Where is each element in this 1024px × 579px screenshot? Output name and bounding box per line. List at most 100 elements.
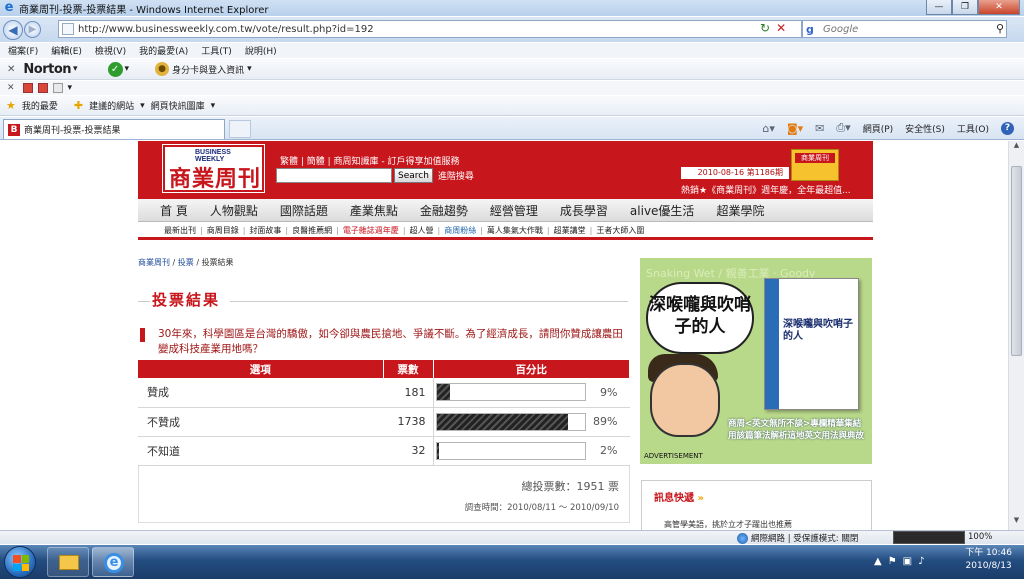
- taskbar-ie[interactable]: e: [92, 547, 134, 577]
- identity-safe-button[interactable]: ● 身分卡與登入資訊 ▾: [155, 62, 252, 76]
- addon-icon[interactable]: [22, 83, 33, 93]
- refresh-icon[interactable]: ↻: [760, 21, 770, 35]
- status-bar: 網際網路 | 受保護模式: 關閉 100%: [0, 530, 1024, 544]
- nav-home[interactable]: 首 頁: [138, 202, 199, 219]
- show-hidden-icons[interactable]: ▲: [874, 556, 882, 567]
- web-slice-gallery-link[interactable]: 網頁快訊圖庫: [151, 99, 205, 112]
- nav-growth[interactable]: 成長學習: [549, 202, 619, 219]
- subnav-camp[interactable]: 超人營: [408, 225, 436, 236]
- floating-toolbar[interactable]: [893, 531, 965, 544]
- vote-question: 30年來，科學園區是台灣的驕傲，如今卻與農民搶地、爭議不斷。為了經濟成長，請問你…: [138, 327, 630, 357]
- nav-international[interactable]: 國際話題: [269, 202, 339, 219]
- help-icon[interactable]: ?: [1001, 121, 1014, 135]
- chevron-down-icon[interactable]: ▾: [68, 83, 73, 93]
- magazine-cover-image[interactable]: 商業周刊: [791, 149, 839, 181]
- maximize-button[interactable]: ❐: [952, 0, 978, 15]
- favorites-button[interactable]: 我的最愛: [22, 99, 58, 112]
- vertical-scrollbar[interactable]: ▲ ▼: [1008, 141, 1024, 530]
- print-icon[interactable]: ⎙▾: [836, 121, 850, 135]
- stop-icon[interactable]: ✕: [776, 21, 786, 35]
- double-arrow-icon: »: [697, 493, 704, 504]
- home-icon[interactable]: ⌂▾: [762, 122, 775, 135]
- nav-management[interactable]: 經營管理: [479, 202, 549, 219]
- favorites-star-icon[interactable]: ★: [6, 99, 16, 112]
- taskbar-explorer[interactable]: [47, 547, 89, 577]
- addon-icon[interactable]: [37, 83, 48, 93]
- subnav-campaign[interactable]: 萬人集氣大作戰: [485, 225, 545, 236]
- suggested-sites-link[interactable]: 建議的網站: [89, 99, 134, 112]
- chevron-down-icon: ▾: [247, 64, 252, 74]
- security-zone[interactable]: 網際網路 | 受保護模式: 關閉: [737, 532, 858, 544]
- subnav-sales-lecture[interactable]: 超業講堂: [552, 225, 588, 236]
- new-tab-button[interactable]: [229, 120, 251, 138]
- page-menu[interactable]: 網頁(P): [863, 122, 893, 135]
- subnav-ebook-sale[interactable]: 電子雜誌週年慶: [341, 225, 401, 236]
- subnav-doctors[interactable]: 良醫推薦網: [290, 225, 334, 236]
- site-search-button[interactable]: Search: [394, 168, 433, 183]
- back-button[interactable]: ◀: [3, 19, 23, 40]
- scroll-up-icon[interactable]: ▲: [1009, 141, 1024, 155]
- search-box[interactable]: g ⚲: [802, 20, 1007, 38]
- norton-dropdown-icon[interactable]: ▾: [73, 64, 78, 74]
- menu-view[interactable]: 檢視(V): [95, 44, 126, 57]
- breadcrumb-current: 投票結果: [201, 258, 234, 267]
- option-label: 不贊成: [138, 407, 383, 437]
- menu-file[interactable]: 檔案(F): [8, 44, 38, 57]
- table-row: 贊成 181 9%: [138, 378, 630, 408]
- scroll-down-icon[interactable]: ▼: [1009, 516, 1024, 530]
- scrollbar-thumb[interactable]: [1011, 166, 1022, 356]
- menu-edit[interactable]: 編輯(E): [51, 44, 82, 57]
- zoom-level[interactable]: 100%: [968, 532, 992, 542]
- subnav-cover-story[interactable]: 封面故事: [247, 225, 283, 236]
- read-mail-icon[interactable]: ✉: [815, 122, 824, 135]
- nav-alive[interactable]: alive優生活: [619, 202, 706, 219]
- add-favorite-icon[interactable]: ✚: [74, 99, 83, 112]
- nav-finance[interactable]: 金融趨勢: [409, 202, 479, 219]
- search-input[interactable]: [823, 23, 983, 35]
- header-links[interactable]: 繁體 | 簡體 | 商周知識庫 - 訂戶得享加值服務: [280, 154, 459, 167]
- news-item[interactable]: 高管學美語，挑於立才子躍出也推薦: [664, 519, 792, 530]
- volume-icon[interactable]: ♪: [918, 556, 924, 567]
- site-search-input[interactable]: [276, 168, 392, 183]
- close-button[interactable]: ✕: [978, 0, 1020, 15]
- tab-active[interactable]: B 商業周刊-投票-投票結果: [3, 119, 225, 139]
- vote-count: 32: [383, 436, 433, 466]
- clock[interactable]: 下午 10:46 2010/8/13: [965, 547, 1012, 573]
- menu-favorites[interactable]: 我的最愛(A): [139, 44, 188, 57]
- site-search: Search 進階搜尋: [276, 168, 474, 183]
- chevron-down-icon[interactable]: ▾: [211, 101, 216, 111]
- safe-check-icon[interactable]: ✓: [107, 61, 123, 77]
- close-toolbar-icon[interactable]: ✕: [7, 64, 15, 75]
- minimize-button[interactable]: —: [926, 0, 952, 15]
- chevron-down-icon[interactable]: ▾: [140, 101, 145, 111]
- search-icon[interactable]: ⚲: [996, 22, 1004, 35]
- flag-icon[interactable]: ⚑: [888, 556, 897, 567]
- percent-value: 9%: [585, 378, 630, 408]
- nav-industry[interactable]: 產業焦點: [339, 202, 409, 219]
- advanced-search-link[interactable]: 進階搜尋: [438, 169, 474, 182]
- tools-menu[interactable]: 工具(O): [957, 122, 989, 135]
- norton-logo[interactable]: Norton: [23, 62, 71, 77]
- promo-marquee[interactable]: 熱銷★《商業周刊》週年慶，全年最超值...: [681, 183, 851, 196]
- menu-help[interactable]: 說明(H): [245, 44, 277, 57]
- subnav-fans[interactable]: 商周粉絲: [442, 225, 478, 236]
- nav-people[interactable]: 人物觀點: [199, 202, 269, 219]
- subnav-masters[interactable]: 王者大師入圍: [594, 225, 646, 236]
- subnav-latest[interactable]: 最新出刊: [162, 225, 198, 236]
- start-button[interactable]: [4, 546, 36, 578]
- safety-menu[interactable]: 安全性(S): [905, 122, 945, 135]
- breadcrumb-vote[interactable]: 投票: [178, 258, 194, 267]
- advertisement-banner[interactable]: Snaking Wet / 親善工業 · Goody 深喉嚨與吹哨子的人 深喉嚨…: [640, 258, 872, 464]
- network-icon[interactable]: ▣: [903, 556, 912, 567]
- forward-button[interactable]: ▶: [24, 21, 41, 38]
- feeds-icon[interactable]: ◙▾: [787, 122, 803, 135]
- addon-icon[interactable]: [52, 83, 63, 93]
- address-field[interactable]: http://www.businessweekly.com.tw/vote/re…: [58, 20, 802, 38]
- close-toolbar-icon[interactable]: ✕: [7, 83, 15, 93]
- safe-dropdown-icon[interactable]: ▾: [125, 64, 130, 74]
- menu-tools[interactable]: 工具(T): [201, 44, 232, 57]
- nav-sales-academy[interactable]: 超業學院: [705, 202, 775, 219]
- breadcrumb-home[interactable]: 商業周刊: [138, 258, 170, 267]
- site-logo[interactable]: BUSINESS WEEKLY 商業周刊: [162, 144, 265, 193]
- subnav-contents[interactable]: 商周目錄: [205, 225, 241, 236]
